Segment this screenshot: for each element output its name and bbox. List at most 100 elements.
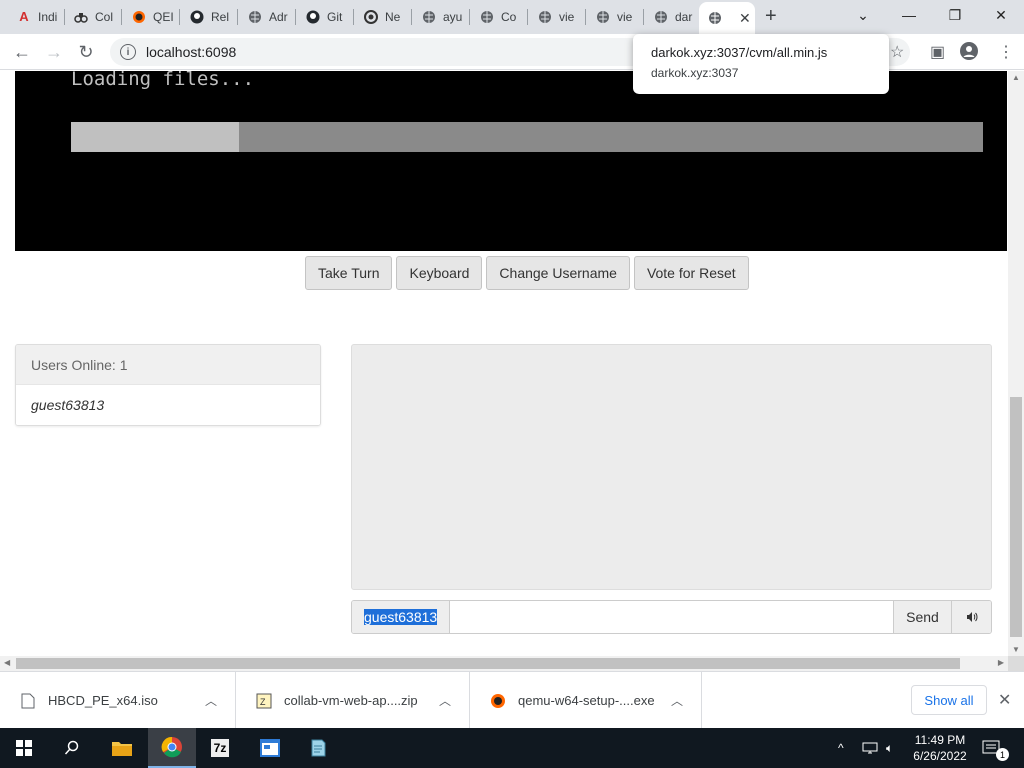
scroll-right-icon[interactable]: ▶ [998, 658, 1004, 667]
menu-kebab-icon[interactable]: ⋮ [998, 42, 1014, 62]
browser-tab[interactable]: Co [471, 4, 528, 30]
vote-reset-button[interactable]: Vote for Reset [633, 256, 749, 290]
keyboard-button[interactable]: Keyboard [396, 256, 483, 290]
downloads-bar: HBCD_PE_x64.iso ︿ Z collab-vm-web-ap....… [0, 671, 1024, 729]
qemu-icon [490, 692, 506, 710]
network-icon[interactable] [862, 728, 878, 768]
chat-log[interactable] [351, 344, 992, 590]
show-hidden-icons-chevron[interactable]: ^ [838, 728, 844, 768]
tooltip-origin: darkok.xyz:3037 [651, 66, 739, 80]
chat-username-label: guest63813 [352, 601, 450, 633]
bookmark-star-icon[interactable]: ☆ [890, 42, 904, 62]
svg-text:Z: Z [260, 697, 266, 707]
browser-tab[interactable]: vie [529, 4, 586, 30]
chrome-icon [363, 9, 379, 25]
scroll-down-icon[interactable]: ▼ [1012, 645, 1020, 654]
search-icon[interactable] [48, 728, 96, 768]
minimize-button[interactable]: — [886, 0, 932, 30]
notepad-app-icon[interactable] [294, 728, 342, 768]
user-list-item: guest63813 [16, 385, 320, 425]
tab-search-chevron-icon[interactable]: ⌄ [840, 0, 886, 30]
url-text: localhost:6098 [146, 44, 237, 60]
vertical-scroll-thumb[interactable] [1010, 397, 1022, 637]
app-window-icon[interactable] [246, 728, 294, 768]
scroll-up-icon[interactable]: ▲ [1012, 73, 1020, 82]
qemu-icon [131, 9, 147, 25]
users-online-header: Users Online: 1 [16, 345, 320, 385]
back-button[interactable]: ← [10, 40, 34, 64]
scroll-left-icon[interactable]: ◀ [4, 658, 10, 667]
globe-icon [707, 10, 723, 26]
side-panel-icon[interactable]: ▣ [930, 42, 945, 62]
horizontal-scrollbar[interactable]: ◀ ▶ [0, 656, 1008, 671]
page-content: Loading files... Take Turn Keyboard Chan… [0, 71, 1008, 656]
globe-icon [479, 9, 495, 25]
take-turn-button[interactable]: Take Turn [305, 256, 393, 290]
link-tooltip: darkok.xyz:3037/cvm/all.min.js darkok.xy… [633, 34, 889, 94]
file-explorer-icon[interactable] [98, 728, 146, 768]
tooltip-title: darkok.xyz:3037/cvm/all.min.js [651, 45, 828, 60]
zip-file-icon: Z [256, 692, 272, 710]
download-item[interactable]: qemu-w64-setup-....exe ︿ [470, 672, 702, 729]
chevron-up-icon[interactable]: ︿ [205, 692, 217, 709]
vm-control-buttons: Take Turn Keyboard Change Username Vote … [305, 256, 749, 290]
browser-tab[interactable]: Git [297, 4, 354, 30]
download-item[interactable]: Z collab-vm-web-ap....zip ︿ [236, 672, 470, 729]
browser-tab[interactable]: vie [587, 4, 644, 30]
red-a-icon: A [19, 9, 29, 24]
globe-icon [247, 9, 263, 25]
globe-icon [595, 9, 611, 25]
browser-tab[interactable]: A Indi [8, 4, 65, 30]
browser-tab[interactable]: dar [645, 4, 699, 30]
horizontal-scroll-thumb[interactable] [16, 658, 960, 669]
close-downloads-bar-icon[interactable]: ✕ [998, 690, 1011, 710]
scrollbar-corner [1008, 656, 1024, 671]
site-info-icon[interactable]: i [120, 44, 136, 60]
show-all-downloads-button[interactable]: Show all [911, 685, 987, 715]
close-tab-icon[interactable]: ✕ [739, 10, 751, 27]
users-online-panel: Users Online: 1 guest63813 [15, 344, 321, 426]
reload-button[interactable]: ↻ [74, 40, 98, 64]
browser-tab[interactable]: Adr [239, 4, 296, 30]
progress-fill [71, 122, 239, 152]
vm-display[interactable]: Loading files... [15, 71, 1007, 251]
browser-tab[interactable]: Ne [355, 4, 412, 30]
chat-input[interactable] [450, 601, 893, 633]
github-icon [189, 9, 205, 25]
change-username-button[interactable]: Change Username [486, 256, 630, 290]
windows-taskbar: 7z ^ 🔈︎ 11:49 PM 6/26/2022 1 [0, 728, 1024, 768]
chevron-up-icon[interactable]: ︿ [439, 692, 451, 709]
download-item[interactable]: HBCD_PE_x64.iso ︿ [0, 672, 236, 729]
globe-icon [421, 9, 437, 25]
browser-tab[interactable]: ayu [413, 4, 470, 30]
volume-icon[interactable] [951, 601, 991, 633]
globe-icon [537, 9, 553, 25]
volume-tray-icon[interactable]: 🔈︎ [886, 728, 893, 768]
chrome-taskbar-icon[interactable] [148, 728, 196, 768]
binoculars-icon [73, 9, 89, 25]
send-button[interactable]: Send [893, 601, 951, 633]
chat-input-group: guest63813 Send [351, 600, 992, 634]
browser-tab[interactable]: Rel [181, 4, 238, 30]
file-icon [20, 692, 36, 710]
chevron-up-icon[interactable]: ︿ [671, 692, 683, 709]
loading-progress-bar [71, 122, 983, 152]
active-tab[interactable]: ✕ [699, 2, 755, 34]
globe-icon [653, 9, 669, 25]
seven-zip-icon[interactable]: 7z [196, 728, 244, 768]
loading-text: Loading files... [71, 71, 255, 90]
restore-button[interactable]: ❐ [932, 0, 978, 30]
github-icon [305, 9, 321, 25]
browser-tab[interactable]: QEI [123, 4, 180, 30]
notification-count-badge: 1 [996, 748, 1009, 761]
close-window-button[interactable]: ✕ [978, 0, 1024, 30]
vertical-scrollbar[interactable]: ▲ ▼ [1008, 71, 1024, 656]
new-tab-button[interactable]: + [765, 5, 777, 27]
tab-strip: A Indi Col QEI Rel Adr Git Ne ayu Co vie… [0, 0, 1024, 34]
profile-avatar-icon[interactable] [960, 42, 978, 65]
system-clock[interactable]: 11:49 PM 6/26/2022 [905, 732, 975, 764]
browser-tab[interactable]: Col [65, 4, 122, 30]
notifications-icon[interactable]: 1 [982, 728, 1009, 768]
forward-button[interactable]: → [42, 40, 66, 64]
windows-start-icon[interactable] [0, 728, 48, 768]
